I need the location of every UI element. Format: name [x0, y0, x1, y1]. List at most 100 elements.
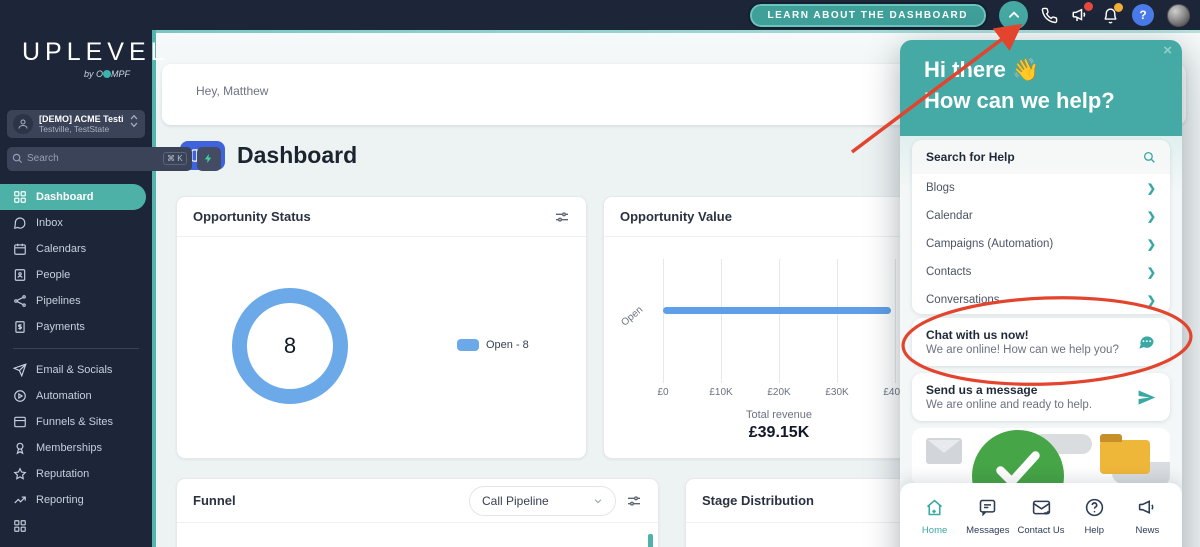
chevron-right-icon: ❯: [1146, 182, 1156, 195]
page-title: Dashboard: [237, 142, 358, 168]
x-tick: £20K: [767, 387, 791, 398]
widget-greeting-line1: Hi there 👋: [924, 57, 1040, 82]
x-tick: £0: [657, 387, 669, 398]
automation-icon: [14, 389, 26, 402]
sliders-icon: [628, 495, 640, 506]
sidebar-search[interactable]: ⌘ K: [7, 146, 192, 171]
card-settings-button[interactable]: [554, 209, 570, 225]
sidebar-item-reputation[interactable]: Reputation: [0, 461, 146, 487]
chart-legend[interactable]: Open - 8: [457, 339, 529, 351]
sidebar-item-calendars[interactable]: Calendars: [0, 236, 146, 262]
funnel-pipeline-select[interactable]: Call Pipeline: [469, 485, 616, 516]
account-location: Testville, TestState: [39, 123, 110, 134]
chat-with-us-card[interactable]: Chat with us now! We are online! How can…: [912, 318, 1170, 366]
folder-illustration: [1100, 434, 1150, 474]
sidebar-item-pipelines[interactable]: Pipelines: [0, 288, 146, 314]
legend-swatch: [457, 339, 479, 351]
help-search[interactable]: Search for Help: [912, 140, 1170, 174]
widget-nav-help[interactable]: Help: [1068, 497, 1121, 547]
widget-greeting-line2: How can we help?: [924, 88, 1115, 113]
home-icon: [927, 499, 943, 516]
sidebar-item-automation[interactable]: Automation: [0, 383, 146, 409]
help-widget-header: Hi there 👋 How can we help? ×: [900, 40, 1182, 136]
total-revenue-label: Total revenue: [745, 409, 813, 421]
widget-nav-messages[interactable]: Messages: [961, 497, 1014, 547]
learn-dashboard-button[interactable]: LEARN ABOUT THE DASHBOARD: [747, 1, 989, 29]
send-card-subtitle: We are online and ready to help.: [926, 399, 1093, 411]
gridline: [779, 259, 780, 383]
chat-dots-icon: [1139, 336, 1154, 349]
megaphone-icon: [1138, 500, 1154, 514]
gridline: [895, 259, 896, 383]
calendar-icon: [14, 243, 26, 255]
widget-nav-contact-us[interactable]: Contact Us: [1014, 497, 1067, 547]
contacts-icon: [14, 268, 26, 281]
help-topic-blogs[interactable]: Blogs ❯: [912, 174, 1170, 202]
grid-icon: [14, 519, 26, 532]
sidebar-item-funnels-sites[interactable]: Funnels & Sites: [0, 409, 146, 435]
chevron-right-icon: ❯: [1146, 210, 1156, 223]
search-shortcut-badge: ⌘ K: [163, 152, 187, 166]
phone-button[interactable]: [1041, 7, 1058, 24]
chevron-right-icon: ❯: [1146, 294, 1156, 307]
star-icon: [13, 467, 27, 480]
opportunity-status-title: Opportunity Status: [193, 209, 311, 224]
help-topic-calendar[interactable]: Calendar ❯: [912, 202, 1170, 230]
help-search-card: Search for Help Blogs ❯ Calendar ❯ Campa…: [912, 140, 1170, 314]
sidebar-item-people[interactable]: People: [0, 262, 146, 288]
sidebar-item-payments[interactable]: Payments: [0, 314, 146, 340]
chevron-up-icon: [1008, 11, 1019, 18]
close-icon[interactable]: ×: [1163, 42, 1172, 59]
notifications-button[interactable]: [1102, 2, 1123, 24]
help-illustration: [912, 428, 1170, 486]
send-message-card[interactable]: Send us a message We are online and read…: [912, 373, 1170, 421]
content-top-border: [156, 30, 1200, 33]
pipeline-select-value: Call Pipeline: [482, 493, 549, 508]
sidebar-item-inbox[interactable]: Inbox: [0, 210, 146, 236]
dashboard-icon: [14, 190, 26, 203]
help-button[interactable]: ?: [1132, 4, 1154, 26]
sidebar-item-email-socials[interactable]: Email & Socials: [0, 357, 146, 383]
sidebar-item-dashboard[interactable]: Dashboard: [0, 183, 146, 210]
widget-nav-home[interactable]: Home: [908, 497, 961, 547]
help-topic-conversations[interactable]: Conversations ❯: [912, 286, 1170, 314]
phone-icon: [1041, 7, 1058, 23]
donut-chart: 8: [232, 288, 348, 404]
quick-actions-button[interactable]: [196, 146, 221, 171]
help-topic-contacts[interactable]: Contacts ❯: [912, 258, 1170, 286]
help-search-label: Search for Help: [926, 150, 1015, 164]
help-circle-icon: [1085, 498, 1103, 517]
card-settings-button[interactable]: [626, 493, 642, 509]
bar-open[interactable]: [663, 307, 891, 314]
y-axis-label: Open: [619, 304, 646, 329]
logo-dot-icon: [103, 69, 111, 78]
funnel-bar: [648, 534, 653, 547]
funnel-card: Funnel Call Pipeline: [176, 478, 659, 547]
chevron-right-icon: ❯: [1146, 238, 1156, 251]
send-icon: [1138, 389, 1156, 405]
collapse-help-button[interactable]: [999, 0, 1028, 30]
search-input[interactable]: [27, 153, 159, 165]
account-switcher[interactable]: [DEMO] ACME Testi... Testville, TestStat…: [7, 109, 145, 138]
user-avatar[interactable]: [1167, 3, 1190, 27]
sidebar-item-partial[interactable]: [0, 513, 146, 539]
sliders-icon: [556, 211, 568, 222]
logo-text: UPLEVEL: [22, 38, 170, 66]
chevron-right-icon: ❯: [1146, 266, 1156, 279]
top-header: LEARN ABOUT THE DASHBOARD ?: [152, 0, 1200, 30]
notification-badge: [1114, 2, 1123, 12]
paper-plane-icon: [13, 362, 27, 377]
widget-nav-news[interactable]: News: [1121, 497, 1174, 547]
announcements-button[interactable]: [1071, 2, 1093, 24]
sidebar-item-memberships[interactable]: Memberships: [0, 435, 146, 461]
announcement-badge: [1084, 2, 1093, 11]
sidebar: UPLEVEL by O MPF [DEMO] ACME Testi... Tes…: [0, 0, 221, 547]
gridline: [663, 259, 664, 383]
x-tick: £10K: [709, 387, 733, 398]
logo-subtext: by O MPF: [83, 69, 130, 79]
total-revenue-value: £39.15K: [748, 424, 810, 441]
help-topic-campaigns[interactable]: Campaigns (Automation) ❯: [912, 230, 1170, 258]
account-chevrons-icon: [129, 114, 139, 133]
sidebar-item-reporting[interactable]: Reporting: [0, 487, 146, 513]
send-card-title: Send us a message: [926, 383, 1038, 397]
